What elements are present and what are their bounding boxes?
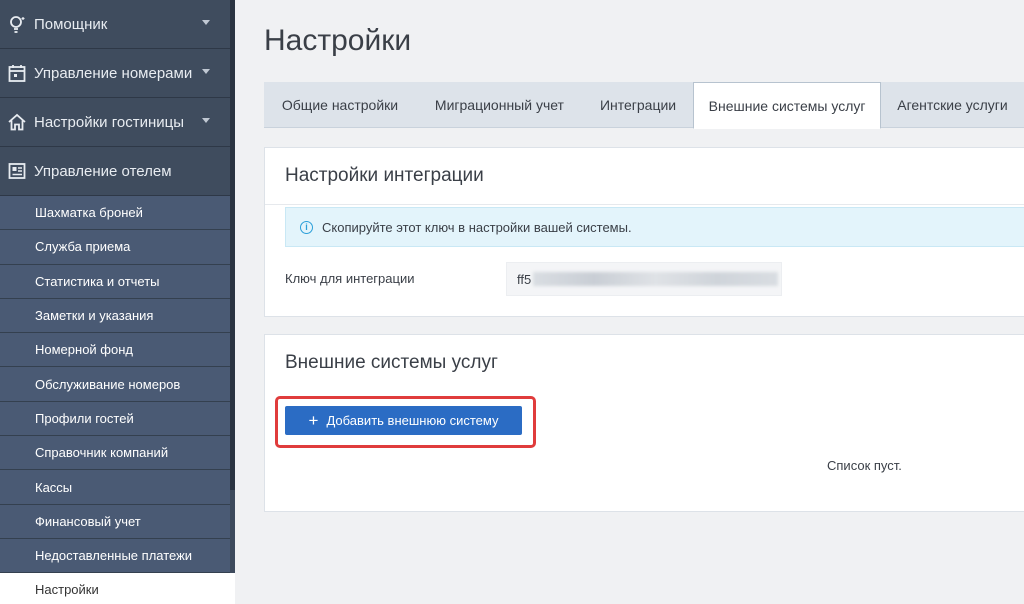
sidebar: Помощник Управление номерами Настройки г… bbox=[0, 0, 235, 604]
add-button-label: Добавить внешнюю систему bbox=[326, 413, 499, 428]
sidebar-item-statistics[interactable]: Статистика и отчеты bbox=[0, 264, 230, 299]
info-icon: i bbox=[300, 220, 313, 234]
chevron-down-icon bbox=[202, 20, 210, 25]
info-text: Скопируйте этот ключ в настройки вашей с… bbox=[322, 219, 632, 235]
sidebar-item-reception[interactable]: Служба приема bbox=[0, 230, 230, 265]
tab-integrations[interactable]: Интеграции bbox=[583, 82, 693, 128]
tab-bar: Общие настройки Миграционный учет Интегр… bbox=[264, 82, 1024, 129]
sidebar-item-label: Управление номерами bbox=[34, 64, 193, 82]
sidebar-item-finance[interactable]: Финансовый учет bbox=[0, 504, 230, 539]
card-title: Внешние системы услуг bbox=[285, 352, 498, 373]
sidebar-item-booking-chart[interactable]: Шахматка броней bbox=[0, 196, 230, 231]
sidebar-item-guest-profiles[interactable]: Профили гостей bbox=[0, 401, 230, 437]
integration-key-value: ff5 bbox=[517, 271, 532, 287]
sidebar-item-hotel-management[interactable]: Управление отелем bbox=[0, 147, 230, 196]
sidebar-item-room-stock[interactable]: Номерной фонд bbox=[0, 333, 230, 368]
home-icon bbox=[5, 110, 29, 134]
sidebar-item-notes[interactable]: Заметки и указания bbox=[0, 298, 230, 334]
plus-icon: + bbox=[308, 411, 319, 430]
sidebar-item-cashdesks[interactable]: Кассы bbox=[0, 470, 230, 505]
sidebar-item-label: Управление отелем bbox=[34, 162, 172, 180]
tab-external-systems[interactable]: Внешние системы услуг bbox=[693, 82, 881, 129]
empty-list-text: Список пуст. bbox=[827, 458, 902, 473]
calendar-icon bbox=[5, 61, 29, 85]
tab-agent-services[interactable]: Агентские услуги bbox=[881, 82, 1024, 128]
tab-general-settings[interactable]: Общие настройки bbox=[264, 82, 416, 128]
page-title: Настройки bbox=[264, 24, 412, 57]
integration-key-label: Ключ для интеграции bbox=[285, 271, 415, 286]
dashboard-icon bbox=[5, 159, 29, 183]
sidebar-item-label: Настройки гостиницы bbox=[34, 113, 184, 131]
tab-migration[interactable]: Миграционный учет bbox=[416, 82, 583, 128]
lightbulb-icon bbox=[5, 12, 29, 36]
card-title: Настройки интеграции bbox=[285, 165, 484, 186]
sidebar-item-label: Помощник bbox=[34, 15, 108, 33]
main-content: Настройки Общие настройки Миграционный у… bbox=[235, 0, 1024, 604]
sidebar-item-room-management[interactable]: Управление номерами bbox=[0, 49, 230, 98]
sidebar-item-hotel-settings[interactable]: Настройки гостиницы bbox=[0, 98, 230, 147]
chevron-down-icon bbox=[202, 69, 210, 74]
sidebar-item-room-service[interactable]: Обслуживание номеров bbox=[0, 367, 230, 402]
sidebar-item-settings[interactable]: Настройки bbox=[0, 573, 235, 604]
integration-settings-card: Настройки интеграции i Скопируйте этот к… bbox=[264, 147, 1024, 317]
external-systems-card: Внешние системы услуг + Добавить внешнюю… bbox=[264, 334, 1024, 512]
sidebar-item-undelivered-payments[interactable]: Недоставленные платежи bbox=[0, 538, 230, 574]
chevron-down-icon bbox=[202, 118, 210, 123]
add-external-system-button[interactable]: + Добавить внешнюю систему bbox=[285, 406, 522, 435]
sidebar-item-companies[interactable]: Справочник компаний bbox=[0, 436, 230, 471]
divider bbox=[265, 204, 1024, 205]
sidebar-item-assistant[interactable]: Помощник bbox=[0, 0, 230, 49]
info-alert: i Скопируйте этот ключ в настройки вашей… bbox=[285, 207, 1024, 247]
integration-key-field[interactable]: ff5 bbox=[506, 262, 782, 296]
redacted-key-blur bbox=[533, 272, 779, 286]
